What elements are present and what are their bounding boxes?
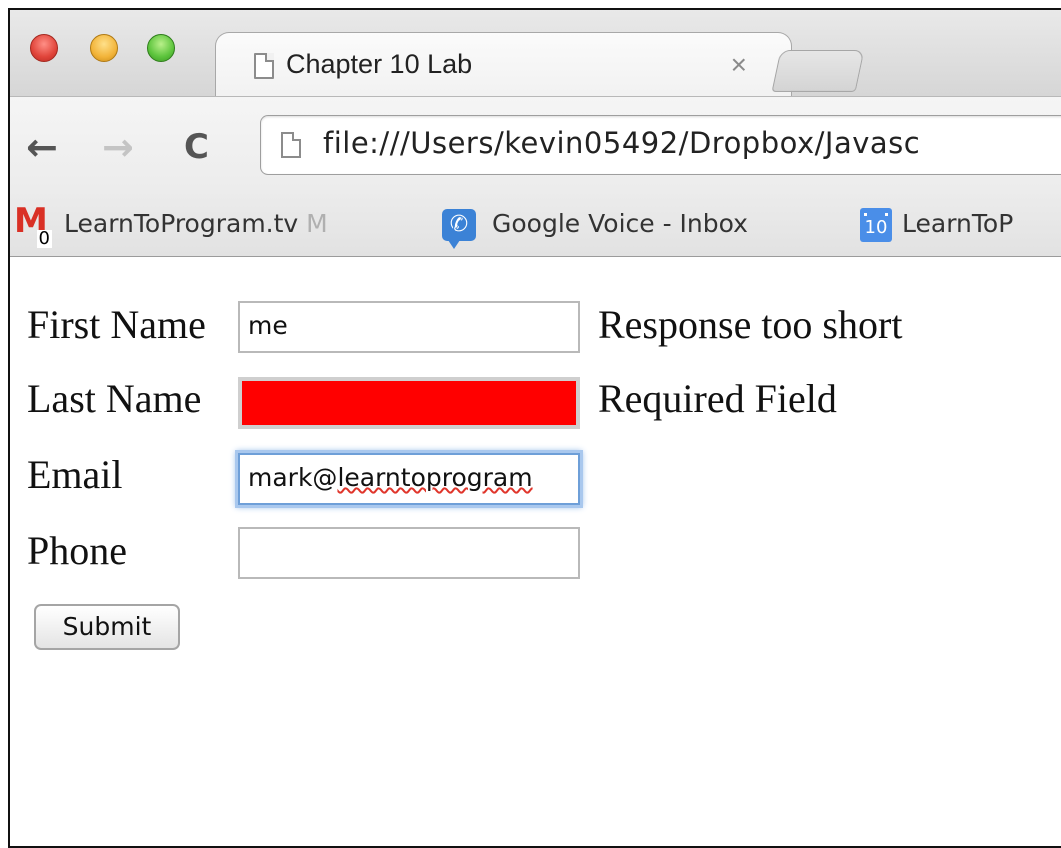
- tab-chapter-10-lab[interactable]: Chapter 10 Lab ×: [215, 32, 792, 101]
- bookmark-google-voice[interactable]: ✆ Google Voice - Inbox: [442, 202, 748, 249]
- close-tab-icon[interactable]: ×: [731, 49, 747, 81]
- minimize-window-button[interactable]: [90, 34, 118, 62]
- url-text[interactable]: file:///Users/kevin05492/Dropbox/Javasc: [323, 126, 920, 160]
- new-tab-button[interactable]: [771, 50, 865, 92]
- first-name-input[interactable]: me: [238, 301, 580, 353]
- back-arrow-icon[interactable]: ←: [26, 127, 58, 167]
- tab-title: Chapter 10 Lab: [286, 49, 473, 79]
- email-label: Email: [27, 452, 123, 497]
- forward-arrow-icon[interactable]: →: [102, 127, 134, 167]
- browser-toolbar: ← → C file:///Users/kevin05492/Dropbox/J…: [10, 96, 1061, 191]
- page-content: First Name me Response too short Last Na…: [10, 257, 1061, 846]
- tab-strip: Chapter 10 Lab ×: [10, 10, 1061, 101]
- bookmark-label-truncated: M: [298, 209, 328, 238]
- email-value-prefix: mark@: [248, 463, 338, 492]
- bookmark-label: Google Voice - Inbox: [492, 209, 748, 238]
- bookmark-learntoprogram-gmail[interactable]: M 0 LearnToProgram.tv M: [14, 201, 328, 249]
- last-name-label: Last Name: [27, 376, 202, 421]
- phone-label: Phone: [27, 528, 127, 573]
- bookmark-label: LearnToP: [902, 209, 1014, 238]
- document-icon: [254, 53, 274, 79]
- address-bar[interactable]: file:///Users/kevin05492/Dropbox/Javasc: [260, 115, 1061, 175]
- email-input[interactable]: mark@learntoprogram: [238, 453, 580, 505]
- bookmark-learntoprogram-calendar[interactable]: 10 LearnToP: [860, 202, 1013, 246]
- bookmarks-bar: M 0 LearnToProgram.tv M ✆ Google Voice - …: [10, 190, 1061, 257]
- gmail-unread-badge: 0: [36, 228, 52, 249]
- email-value-misspelled: learntoprogram: [337, 463, 533, 492]
- first-name-error-message: Response too short: [598, 302, 903, 347]
- last-name-error-message: Required Field: [598, 376, 837, 421]
- calendar-icon: 10: [860, 208, 892, 242]
- submit-button[interactable]: Submit: [34, 604, 180, 650]
- close-window-button[interactable]: [30, 34, 58, 62]
- last-name-input[interactable]: [238, 377, 580, 429]
- google-voice-icon: ✆: [442, 209, 476, 249]
- phone-input[interactable]: [238, 527, 580, 579]
- browser-window: Chapter 10 Lab × ← → C file:///Users/kev…: [8, 8, 1061, 848]
- zoom-window-button[interactable]: [147, 34, 175, 62]
- gmail-icon: M 0: [14, 201, 52, 249]
- reload-icon[interactable]: C: [184, 127, 209, 167]
- first-name-label: First Name: [27, 302, 206, 347]
- page-document-icon: [281, 132, 301, 158]
- bookmark-label: LearnToProgram.tv: [64, 209, 299, 238]
